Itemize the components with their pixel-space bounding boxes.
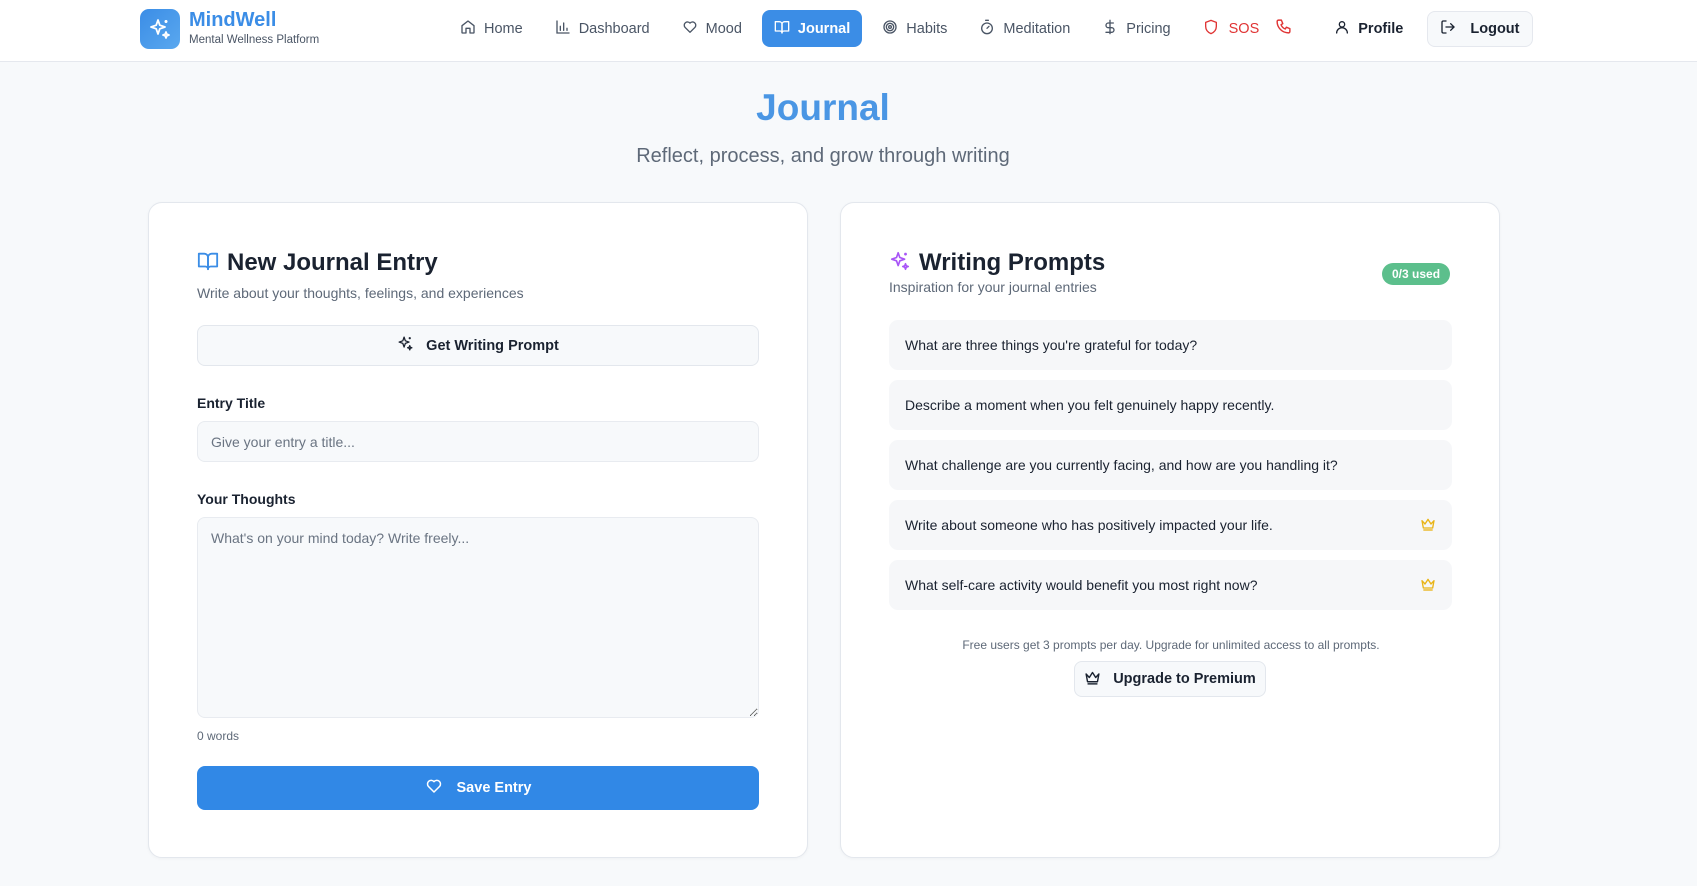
phone-icon <box>1275 18 1292 39</box>
entry-title-label: Entry Title <box>197 395 266 411</box>
page-subtitle: Reflect, process, and grow through writi… <box>636 145 1010 167</box>
dollar-icon <box>1102 19 1118 39</box>
main-nav: Home Dashboard Mood Journal Habits Medit… <box>448 10 1541 47</box>
prompt-item[interactable]: What challenge are you currently facing,… <box>889 440 1452 490</box>
nav-journal[interactable]: Journal <box>761 10 863 47</box>
crown-icon <box>1420 516 1436 535</box>
prompt-item-premium[interactable]: What self-care activity would benefit yo… <box>889 560 1452 610</box>
upgrade-premium-button[interactable]: Upgrade to Premium <box>1074 661 1266 697</box>
your-thoughts-textarea[interactable] <box>197 517 759 718</box>
prompts-footnote: Free users get 3 prompts per day. Upgrad… <box>962 638 1380 652</box>
writing-prompts-title: Writing Prompts <box>919 249 1106 276</box>
writing-prompts-header: Writing Prompts <box>889 249 1105 277</box>
user-icon <box>1334 19 1350 39</box>
sos-label: SOS <box>1228 20 1260 37</box>
prompt-list: What are three things you're grateful fo… <box>889 320 1452 620</box>
upgrade-premium-label: Upgrade to Premium <box>1113 671 1256 687</box>
profile-button[interactable]: Profile <box>1322 10 1415 47</box>
nav-dashboard[interactable]: Dashboard <box>543 10 662 47</box>
nav-habits[interactable]: Habits <box>870 10 959 47</box>
logout-button[interactable]: Logout <box>1427 10 1533 47</box>
prompts-usage-badge: 0/3 used <box>1382 263 1451 285</box>
book-open-icon <box>197 250 219 277</box>
nav-pricing[interactable]: Pricing <box>1090 10 1182 47</box>
writing-prompts-card: Writing Prompts Inspiration for your jou… <box>840 202 1500 858</box>
prompt-text: Describe a moment when you felt genuinel… <box>905 397 1275 413</box>
new-entry-description: Write about your thoughts, feelings, and… <box>197 285 524 301</box>
target-icon <box>882 19 898 39</box>
brand-subtitle: Mental Wellness Platform <box>189 34 320 46</box>
prompt-item-premium[interactable]: Write about someone who has positively i… <box>889 500 1452 550</box>
get-writing-prompt-button[interactable]: Get Writing Prompt <box>197 325 759 366</box>
nav-home[interactable]: Home <box>448 10 535 47</box>
heart-icon <box>425 777 443 799</box>
nav-pricing-label: Pricing <box>1126 20 1171 37</box>
save-entry-label: Save Entry <box>456 780 532 796</box>
sparkles-icon <box>397 335 414 356</box>
nav-home-label: Home <box>484 20 523 37</box>
nav-journal-label: Journal <box>797 20 851 37</box>
writing-prompts-description: Inspiration for your journal entries <box>889 279 1097 295</box>
brand[interactable]: MindWell Mental Wellness Platform <box>140 9 319 49</box>
get-writing-prompt-label: Get Writing Prompt <box>426 337 559 354</box>
book-open-icon <box>774 19 790 39</box>
prompt-item[interactable]: What are three things you're grateful fo… <box>889 320 1452 370</box>
timer-icon <box>979 19 995 39</box>
page-title: Journal <box>756 87 890 128</box>
logout-icon <box>1440 19 1456 39</box>
your-thoughts-label: Your Thoughts <box>197 491 296 507</box>
sparkles-icon <box>140 9 180 49</box>
nav-dashboard-label: Dashboard <box>578 20 650 37</box>
profile-label: Profile <box>1358 20 1404 37</box>
brand-name: MindWell <box>189 9 277 31</box>
home-icon <box>460 19 476 39</box>
logout-label: Logout <box>1470 20 1520 37</box>
prompt-item[interactable]: Describe a moment when you felt genuinel… <box>889 380 1452 430</box>
prompt-text: What challenge are you currently facing,… <box>905 457 1338 473</box>
new-entry-header: New Journal Entry <box>197 249 438 277</box>
sparkles-icon <box>889 250 911 277</box>
crown-icon <box>1084 669 1101 690</box>
word-count: 0 words <box>197 729 240 743</box>
nav-meditation-label: Meditation <box>1003 20 1071 37</box>
heart-icon <box>682 19 698 39</box>
nav-habits-label: Habits <box>906 20 948 37</box>
prompt-text: What self-care activity would benefit yo… <box>905 577 1258 593</box>
nav-mood-label: Mood <box>705 20 742 37</box>
save-entry-button[interactable]: Save Entry <box>197 766 759 810</box>
nav-meditation[interactable]: Meditation <box>967 10 1082 47</box>
new-entry-title: New Journal Entry <box>227 249 438 276</box>
prompt-text: What are three things you're grateful fo… <box>905 337 1198 353</box>
prompt-text: Write about someone who has positively i… <box>905 517 1273 533</box>
top-navbar: MindWell Mental Wellness Platform Home D… <box>0 0 1697 62</box>
crown-icon <box>1420 576 1436 595</box>
sos-button[interactable]: SOS <box>1191 10 1305 47</box>
bar-chart-icon <box>555 19 571 39</box>
nav-mood[interactable]: Mood <box>670 10 754 47</box>
shield-icon <box>1203 19 1219 39</box>
new-entry-card: New Journal Entry Write about your thoug… <box>148 202 808 858</box>
entry-title-input[interactable] <box>197 421 759 462</box>
